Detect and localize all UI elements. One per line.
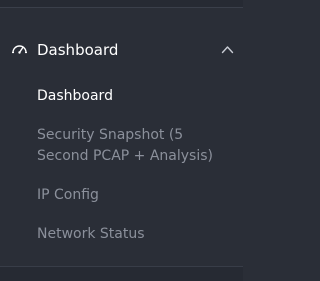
sidebar-nav: Dashboard Dashboard Security Snapshot (5… <box>0 0 243 281</box>
dashboard-gauge-icon <box>12 45 27 54</box>
top-divider <box>0 0 243 8</box>
section-label: Dashboard <box>37 41 119 59</box>
chevron-up-icon[interactable] <box>221 45 234 54</box>
sidebar-item-ip-config[interactable]: IP Config <box>37 185 237 206</box>
bottom-divider <box>0 266 243 281</box>
sidebar-item-network-status[interactable]: Network Status <box>37 224 237 245</box>
sidebar-item-dashboard[interactable]: Dashboard <box>37 86 237 107</box>
dashboard-section-toggle[interactable]: Dashboard <box>0 34 243 66</box>
sidebar-item-security-snapshot[interactable]: Security Snapshot (5 Second PCAP + Analy… <box>37 125 237 167</box>
